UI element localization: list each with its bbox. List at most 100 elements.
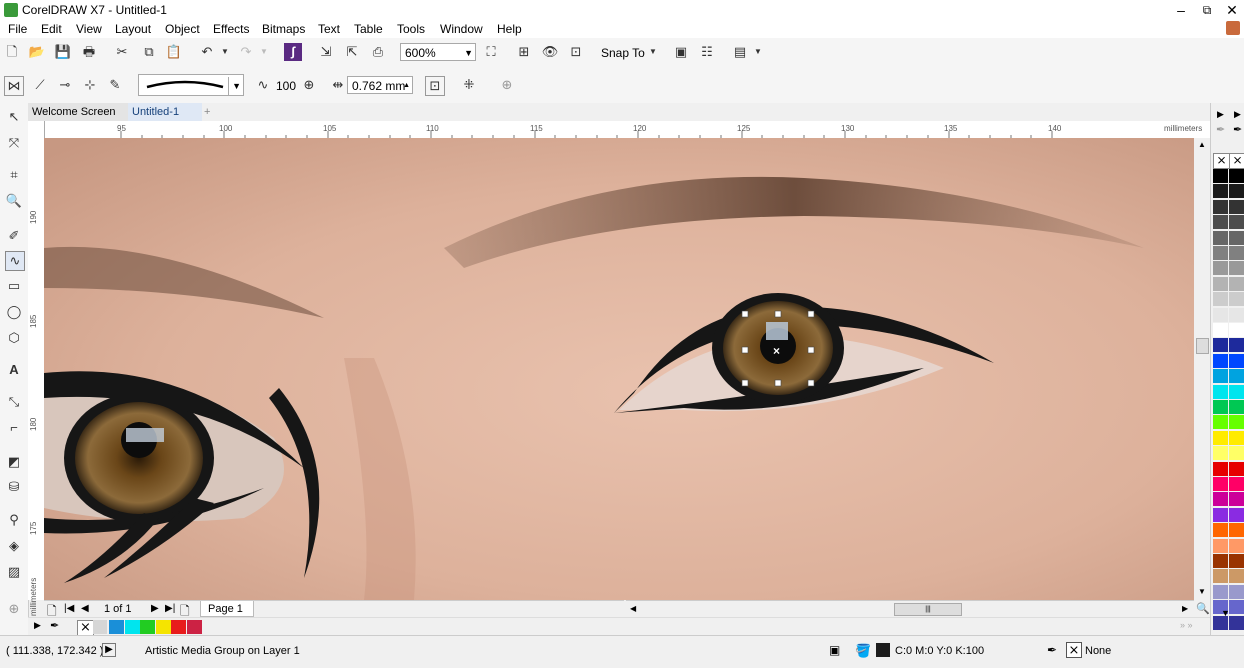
transparency-tool-icon[interactable]: ⛁ — [5, 478, 23, 496]
scroll-right-icon[interactable]: ▶ — [1182, 604, 1188, 613]
no-fill-swatch[interactable]: ⨯ — [1229, 153, 1244, 169]
color-swatch[interactable] — [1229, 199, 1244, 214]
color-swatch[interactable] — [1229, 446, 1244, 461]
outline-none-swatch[interactable]: ⨯ — [1066, 642, 1082, 658]
redo-icon[interactable]: ↷ — [237, 43, 255, 61]
pick-tool-icon[interactable]: ↖ — [5, 108, 23, 126]
show-grid-icon[interactable]: 👁 — [541, 43, 559, 61]
photo-eyes-artwork[interactable]: × — [44, 138, 1194, 600]
artistic-media-tool-icon[interactable]: ∿ — [5, 251, 25, 271]
scroll-down-icon[interactable]: ▼ — [1198, 587, 1206, 596]
text-tool-icon[interactable]: A — [5, 361, 23, 379]
color-swatch[interactable] — [1229, 569, 1244, 584]
show-rulers-icon[interactable]: ⊞ — [515, 43, 533, 61]
palette-menu-icon[interactable]: ▶ — [34, 620, 41, 631]
color-swatch[interactable] — [186, 620, 202, 634]
search-content-icon[interactable]: ʃ — [284, 43, 302, 61]
undo-dropdown-icon[interactable]: ▼ — [216, 43, 234, 61]
interactive-fill-tool-icon[interactable]: ◈ — [5, 537, 23, 555]
undo-icon[interactable]: ↶ — [198, 43, 216, 61]
zoom-navigator-icon[interactable]: 🔍 — [1196, 602, 1210, 615]
user-account-icon[interactable] — [1226, 21, 1240, 35]
snap-to-button[interactable]: Snap To — [601, 46, 645, 60]
freehand-tool-icon[interactable]: ✐ — [5, 227, 23, 245]
color-swatch[interactable] — [1213, 554, 1228, 568]
color-swatch[interactable] — [1229, 307, 1244, 322]
color-swatch[interactable] — [1229, 246, 1244, 260]
color-swatch[interactable] — [1213, 400, 1228, 414]
color-swatch[interactable] — [93, 620, 107, 634]
color-swatch[interactable] — [1213, 507, 1228, 522]
scroll-up-icon[interactable]: ▲ — [1198, 140, 1206, 149]
color-swatch[interactable] — [1229, 276, 1244, 291]
last-page-icon[interactable]: ▶| — [165, 603, 175, 614]
color-swatch[interactable] — [1213, 307, 1228, 322]
color-swatch[interactable] — [1213, 477, 1228, 491]
color-swatch[interactable] — [1213, 461, 1228, 476]
vertical-scroll-thumb[interactable] — [1196, 338, 1209, 354]
save-icon[interactable]: 💾 — [54, 43, 72, 61]
menu-table[interactable]: Table — [354, 22, 383, 36]
color-eyedropper-tool-icon[interactable]: ⚲ — [5, 511, 23, 529]
tab-welcome-screen[interactable]: Welcome Screen — [28, 103, 132, 121]
redo-dropdown-icon[interactable]: ▼ — [255, 43, 273, 61]
color-swatch[interactable] — [1229, 492, 1244, 507]
bounding-box-icon[interactable]: ⁜ — [460, 76, 478, 94]
color-swatch[interactable] — [1229, 384, 1244, 399]
color-swatch[interactable] — [1213, 384, 1228, 399]
smoothing-value[interactable]: 100 — [276, 79, 296, 93]
color-swatch[interactable] — [1229, 507, 1244, 522]
color-swatch[interactable] — [1213, 415, 1228, 430]
color-swatch[interactable] — [1213, 584, 1228, 599]
publish-pdf-icon[interactable]: ⎙ — [369, 43, 387, 61]
stroke-style-combo[interactable]: ▼ — [138, 74, 244, 96]
drop-shadow-tool-icon[interactable]: ◩ — [5, 453, 23, 471]
calligraphic-icon[interactable]: ⊹ — [81, 76, 99, 94]
color-swatch[interactable] — [1229, 461, 1244, 476]
color-swatch[interactable] — [1229, 400, 1244, 414]
color-swatch[interactable] — [1213, 369, 1228, 384]
color-swatch[interactable] — [1229, 477, 1244, 491]
color-swatch[interactable] — [124, 620, 140, 634]
color-swatch[interactable] — [1229, 261, 1244, 276]
color-swatch[interactable] — [1213, 246, 1228, 260]
quick-customize-icon[interactable]: ⊕ — [5, 600, 23, 618]
sprayer-icon[interactable]: ⊸ — [56, 76, 74, 94]
new-document-icon[interactable]: 🗋 — [3, 43, 21, 61]
eyedropper-icon[interactable]: ✒ — [50, 619, 59, 632]
color-swatch[interactable] — [1229, 584, 1244, 599]
ruler-origin[interactable] — [28, 121, 45, 139]
no-fill-swatch[interactable]: ⨯ — [1213, 153, 1230, 169]
preset-brush-icon[interactable]: ⋈ — [4, 76, 24, 96]
horizontal-scrollbar[interactable]: ◀ ||| ▶ — [626, 600, 1194, 618]
color-swatch[interactable] — [140, 620, 155, 634]
pressure-icon[interactable]: ✎ — [106, 76, 124, 94]
launcher-icon[interactable]: ▤ — [731, 43, 749, 61]
tab-untitled-1[interactable]: Untitled-1 — [128, 103, 202, 121]
menu-tools[interactable]: Tools — [397, 22, 425, 36]
horizontal-scroll-thumb[interactable]: ||| — [894, 603, 962, 616]
menu-edit[interactable]: Edit — [41, 22, 62, 36]
options-icon[interactable]: ☷ — [698, 43, 716, 61]
shape-tool-icon[interactable]: ⤧ — [5, 134, 23, 152]
menu-layout[interactable]: Layout — [115, 22, 151, 36]
menu-help[interactable]: Help — [497, 22, 522, 36]
color-swatch[interactable] — [1213, 230, 1228, 245]
color-swatch[interactable] — [1213, 446, 1228, 461]
color-swatch[interactable] — [1229, 230, 1244, 245]
scale-with-object-icon[interactable]: ⊡ — [425, 76, 445, 96]
color-swatch[interactable] — [1229, 600, 1244, 615]
full-screen-preview-icon[interactable]: ⛶ — [482, 43, 500, 61]
color-swatch[interactable] — [1229, 523, 1244, 538]
add-tab-button[interactable]: + — [200, 103, 218, 121]
cut-icon[interactable]: ✂ — [113, 43, 131, 61]
color-swatch[interactable] — [1213, 338, 1228, 353]
copy-icon[interactable]: ⧉ — [140, 43, 158, 61]
restore-button[interactable]: ⧉ — [1196, 1, 1218, 19]
open-icon[interactable]: 📂 — [28, 43, 46, 61]
color-swatch[interactable] — [1229, 184, 1244, 199]
color-swatch[interactable] — [1213, 184, 1228, 199]
color-swatch[interactable] — [171, 620, 186, 634]
snap-to-dropdown-icon[interactable]: ▼ — [644, 43, 662, 61]
menu-window[interactable]: Window — [440, 22, 483, 36]
